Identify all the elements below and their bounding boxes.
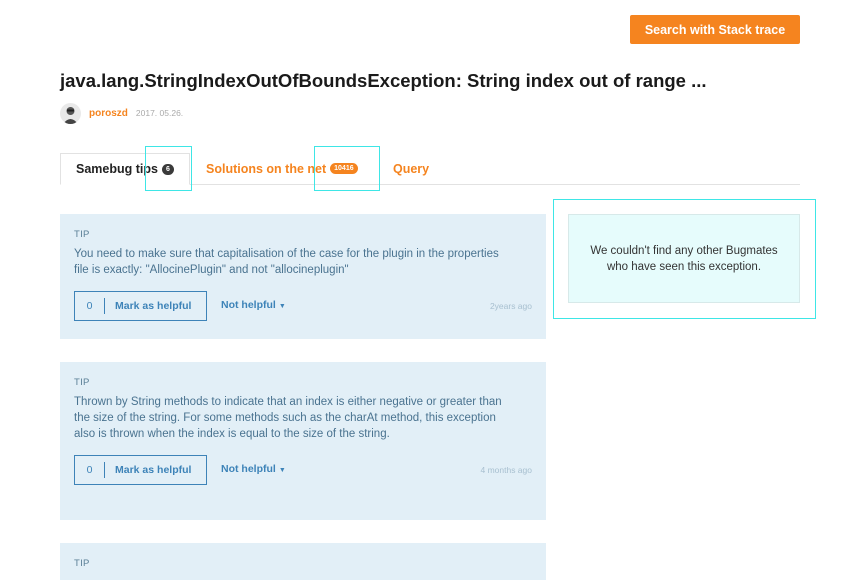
tab-label: Solutions on the net	[206, 161, 327, 176]
caret-down-icon: ▼	[278, 467, 286, 474]
mark-as-helpful-button[interactable]: 0 Mark as helpful	[74, 291, 207, 321]
helpful-count: 0	[75, 298, 105, 314]
tip-actions: 0 Mark as helpful Not helpful ▼ 2years ag…	[74, 291, 532, 323]
solutions-count-badge: 10416	[330, 163, 358, 174]
tab-label: Samebug tips	[76, 162, 158, 176]
user-avatar-icon	[63, 106, 78, 124]
tab-samebug-tips[interactable]: Samebug tips 6	[60, 153, 190, 185]
tip-label: TIP	[74, 558, 90, 569]
tip-body: Thrown by String methods to indicate tha…	[74, 396, 502, 440]
tab-label: Query	[393, 161, 430, 176]
bugmates-panel: We couldn't find any other Bugmates who …	[568, 214, 800, 303]
tips-count-badge: 6	[161, 163, 174, 175]
author-row: poroszd 2017. 05.26.	[60, 102, 183, 124]
tab-query[interactable]: Query	[393, 153, 429, 184]
tab-solutions-on-the-net[interactable]: Solutions on the net 10416	[206, 153, 358, 184]
caret-down-icon: ▼	[278, 303, 286, 310]
not-helpful-label: Not helpful	[221, 299, 276, 311]
page-title: java.lang.StringIndexOutOfBoundsExceptio…	[60, 70, 707, 91]
tip-card: TIP Thrown by String methods to indicate…	[60, 362, 546, 520]
bugmates-message: We couldn't find any other Bugmates who …	[590, 244, 778, 273]
author-name[interactable]: poroszd	[89, 108, 128, 119]
mark-as-helpful-label: Mark as helpful	[115, 464, 192, 476]
mark-as-helpful-label: Mark as helpful	[115, 300, 192, 312]
mark-as-helpful-button[interactable]: 0 Mark as helpful	[74, 455, 207, 485]
tab-bar: Samebug tips 6 Solutions on the net 1041…	[60, 153, 800, 185]
not-helpful-label: Not helpful	[221, 463, 276, 475]
tip-label: TIP	[74, 229, 90, 240]
tip-card: TIP You need to make sure that capitalis…	[60, 214, 546, 339]
avatar[interactable]	[60, 102, 81, 124]
post-date: 2017. 05.26.	[135, 108, 184, 118]
tip-timestamp: 4 months ago	[480, 465, 532, 475]
helpful-count: 0	[75, 462, 105, 478]
tip-actions: 0 Mark as helpful Not helpful ▼ 4 months …	[74, 455, 532, 487]
tip-label: TIP	[74, 377, 90, 388]
search-with-stack-trace-button[interactable]: Search with Stack trace	[630, 15, 800, 44]
not-helpful-dropdown[interactable]: Not helpful ▼	[221, 463, 286, 475]
not-helpful-dropdown[interactable]: Not helpful ▼	[221, 299, 286, 311]
tip-timestamp: 2years ago	[489, 301, 532, 311]
tip-card: TIP	[60, 543, 546, 580]
tip-body: You need to make sure that capitalisatio…	[74, 248, 499, 276]
